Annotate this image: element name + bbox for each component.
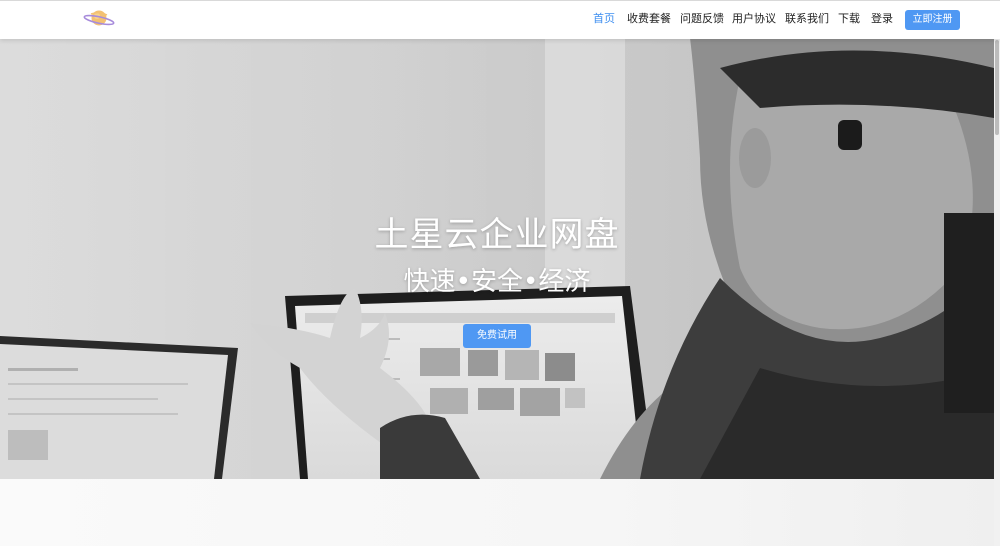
hero-banner: 土星云企业网盘 快速•安全•经济 免费试用 (0, 38, 994, 479)
register-button[interactable]: 立即注册 (905, 10, 960, 30)
nav-item-user-agreement[interactable]: 用户协议 (732, 10, 776, 28)
hero-subtitle: 快速•安全•经济 (403, 267, 591, 297)
nav-item-home[interactable]: 首页 (593, 10, 615, 28)
nav-item-pricing[interactable]: 收费套餐 (627, 10, 671, 28)
planet-logo-icon[interactable] (82, 6, 116, 30)
nav-item-contact[interactable]: 联系我们 (785, 10, 829, 28)
nav-item-feedback[interactable]: 问题反馈 (680, 10, 724, 28)
content-section (0, 479, 994, 546)
hero-background-photo (0, 38, 994, 479)
nav-item-login[interactable]: 登录 (871, 10, 893, 28)
scrollbar-thumb[interactable] (995, 40, 999, 135)
page-scrollbar[interactable] (994, 0, 1000, 546)
nav-item-download[interactable]: 下载 (838, 10, 860, 28)
free-trial-button[interactable]: 免费试用 (463, 324, 531, 348)
top-navbar: 首页 收费套餐 问题反馈 用户协议 联系我们 下载 登录 立即注册 (0, 0, 1000, 39)
hero-title: 土星云企业网盘 (374, 215, 620, 255)
